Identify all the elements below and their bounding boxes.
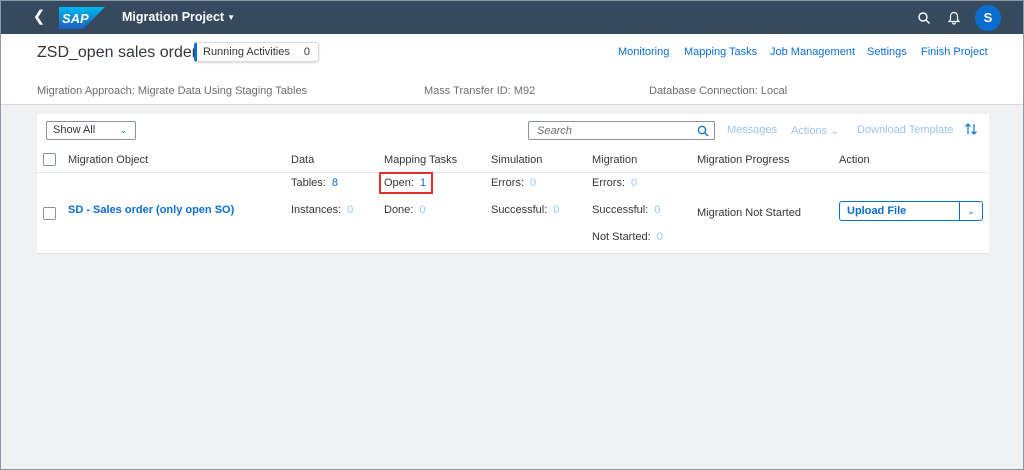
data-instances: Instances: 0 <box>291 204 354 216</box>
user-avatar[interactable]: S <box>975 5 1001 31</box>
done-tasks-link[interactable]: 0 <box>419 204 425 216</box>
sap-logo-text: SAP <box>62 11 89 26</box>
chevron-down-icon[interactable]: ⌄ <box>960 202 982 220</box>
search-input[interactable] <box>529 122 689 139</box>
caret-down-icon: ▼ <box>227 13 236 22</box>
mig-errors-link[interactable]: 0 <box>631 177 637 189</box>
mapping-done: Done: 0 <box>384 204 426 216</box>
search-icon[interactable] <box>697 125 709 137</box>
messages-button[interactable]: Messages <box>727 124 777 136</box>
actions-label: Actions <box>791 125 828 137</box>
instances-count-link[interactable]: 0 <box>347 204 353 216</box>
data-tables: Tables: 8 <box>291 177 338 189</box>
page-title: ZSD_open sales order <box>37 44 198 61</box>
app-title-menu[interactable]: Migration Project ▼ <box>122 10 235 24</box>
chevron-down-icon: ⌄ <box>830 125 840 137</box>
chevron-down-icon: ⌄ <box>119 125 127 135</box>
filter-value: Show All <box>53 124 96 136</box>
upload-file-button[interactable]: Upload File ⌄ <box>839 201 983 221</box>
actions-menu-button[interactable]: Actions ⌄ <box>791 124 839 137</box>
migration-not-started: Not Started: 0 <box>592 231 663 243</box>
col-migration-progress: Migration Progress <box>697 154 790 166</box>
select-all-checkbox[interactable] <box>43 153 56 166</box>
migration-object-link[interactable]: SD - Sales order (only open SO) <box>68 204 234 216</box>
shell-bar: ❮ SAP Migration Project ▼ S <box>1 1 1023 34</box>
nav-mapping-tasks[interactable]: Mapping Tasks <box>684 46 757 58</box>
download-template-button[interactable]: Download Template <box>857 124 953 136</box>
sap-logo: SAP <box>59 7 105 29</box>
upload-file-label: Upload File <box>847 205 907 217</box>
back-icon[interactable]: ❮ <box>31 9 47 25</box>
mig-notstarted-link[interactable]: 0 <box>657 231 663 243</box>
running-activities-label: Running Activities <box>203 46 290 58</box>
col-data: Data <box>291 154 315 166</box>
nav-finish-project[interactable]: Finish Project <box>921 46 988 58</box>
migration-approach: Migration Approach: Migrate Data Using S… <box>37 85 308 97</box>
migration-progress-status: Migration Not Started <box>697 207 801 219</box>
bell-icon[interactable] <box>947 11 961 25</box>
app-title: Migration Project <box>122 10 225 24</box>
nav-monitoring[interactable]: Monitoring <box>618 46 669 58</box>
simulation-errors: Errors: 0 <box>491 177 537 189</box>
col-simulation: Simulation <box>491 154 543 166</box>
migration-objects-table: Show All ⌄ Messages Actions ⌄ Download T… <box>37 114 989 254</box>
sort-icon[interactable] <box>964 122 978 136</box>
sim-errors-link[interactable]: 0 <box>530 177 536 189</box>
col-migration-object: Migration Object <box>68 154 149 166</box>
migration-errors: Errors: 0 <box>592 177 638 189</box>
nav-job-management[interactable]: Job Management <box>770 46 855 58</box>
sim-successful-link[interactable]: 0 <box>553 204 559 216</box>
mapping-open: Open: 1 <box>384 177 427 189</box>
col-mapping-tasks: Mapping Tasks <box>384 154 458 166</box>
row-checkbox[interactable] <box>43 207 56 220</box>
filter-select[interactable]: Show All ⌄ <box>46 121 136 140</box>
mig-successful-link[interactable]: 0 <box>654 204 660 216</box>
object-header: ZSD_open sales order Running Activities … <box>1 34 1023 105</box>
search-icon[interactable] <box>917 11 931 25</box>
col-action: Action <box>839 154 870 166</box>
mass-transfer-id: Mass Transfer ID: M92 <box>424 85 536 97</box>
app-window: ❮ SAP Migration Project ▼ S ZSD_open sale… <box>0 0 1024 470</box>
nav-settings[interactable]: Settings <box>867 46 907 58</box>
col-migration: Migration <box>592 154 638 166</box>
running-activities-count: 0 <box>303 46 310 58</box>
running-activities-button[interactable]: Running Activities 0 <box>194 42 319 62</box>
tables-count-link[interactable]: 8 <box>332 177 338 189</box>
search-field[interactable] <box>528 121 715 140</box>
open-tasks-link[interactable]: 1 <box>420 177 426 189</box>
simulation-successful: Successful: 0 <box>491 204 560 216</box>
database-connection: Database Connection: Local <box>649 85 788 97</box>
migration-successful: Successful: 0 <box>592 204 661 216</box>
